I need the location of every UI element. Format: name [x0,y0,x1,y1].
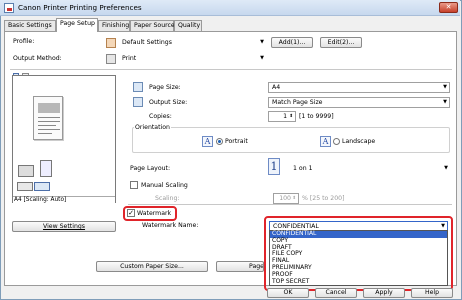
copies-label: Copies: [149,113,172,120]
tab-basic-settings[interactable]: Basic Settings [4,20,56,31]
scaling-value: 100 [279,195,291,202]
profile-select[interactable]: Default Settings ▼ [119,38,266,49]
stepper-arrows-icon[interactable]: ⬍ [289,112,293,121]
printer-app-icon [4,3,14,13]
tab-finishing[interactable]: Finishing [98,20,130,31]
scaling-range: % [25 to 200] [302,195,345,202]
watermark-name-label: Watermark Name: [142,222,199,229]
page-options-button[interactable]: Page [216,261,264,272]
copies-value: 1 [283,113,287,120]
profile-value: Default Settings [122,39,172,46]
list-item[interactable]: PRELIMINARY [270,264,447,272]
page-size-label: Page Size: [149,84,181,91]
list-item[interactable]: TOP SECRET [270,278,447,286]
profile-icon [106,38,116,48]
watermark-label: Watermark [137,210,172,217]
chevron-down-icon: ▼ [444,165,448,171]
scaling-label: Scaling: [155,195,180,202]
portrait-radio[interactable] [216,138,223,145]
output-size-label: Output Size: [149,99,188,106]
add-profile-button[interactable]: Add(1)... [271,37,313,48]
page-size-icon [133,82,143,92]
tab-page-setup[interactable]: Page Setup [56,18,98,32]
landscape-radio[interactable] [333,138,340,145]
ok-button[interactable]: OK [267,288,309,298]
preview-text-line [38,121,60,122]
chevron-down-icon: ▼ [443,84,447,90]
page-size-select[interactable]: A4 ▼ [268,82,450,93]
profile-label: Profile: [13,38,35,45]
output-size-value: Match Page Size [272,99,323,106]
chevron-down-icon: ▼ [260,55,264,61]
watermark-name-value: CONFIDENTIAL [273,223,319,230]
window-title: Canon Printer Printing Preferences [18,3,142,12]
output-size-select[interactable]: Match Page Size ▼ [268,97,450,108]
chevron-down-icon: ▼ [443,99,447,105]
page-layout-select[interactable]: 1 on 1 ▼ [290,164,450,175]
paper-stack-icon [40,160,52,177]
output-method-value: Print [122,55,137,62]
duplex-icon [17,182,33,191]
view-settings-button[interactable]: View Settings [12,221,116,232]
watermark-dropdown-list: CONFIDENTIAL COPY DRAFT FILE COPY FINAL … [269,230,448,286]
view-settings-label: View Settings [42,223,86,230]
chevron-down-icon: ▼ [260,39,264,45]
edit-profile-button[interactable]: Edit(2)... [320,37,362,48]
tab-quality[interactable]: Quality [174,20,202,31]
copies-range: [1 to 9999] [299,113,334,120]
preview-text-line [38,129,60,130]
apply-button[interactable]: Apply [363,288,405,298]
custom-paper-size-button[interactable]: Custom Paper Size... [96,261,208,272]
landscape-icon: A [320,136,331,147]
printer-icon [106,54,116,64]
list-item[interactable]: CONFIDENTIAL [270,230,447,238]
close-button[interactable]: ✕ [439,2,458,13]
tab-paper-source[interactable]: Paper Source [130,20,175,31]
list-item[interactable]: FILE COPY [270,251,447,258]
output-method-select[interactable]: Print ▼ [119,54,266,65]
manual-scaling-label: Manual Scaling [141,182,188,189]
printer-device-icon [18,165,34,177]
orientation-group [132,127,450,153]
preview-text-line [38,125,56,126]
divider [10,69,452,70]
output-size-icon [133,97,143,107]
preview-text-line [38,133,52,134]
copies-stepper[interactable]: 1 ⬍ [268,111,296,122]
page-layout-icon: 1 [268,158,280,175]
portrait-icon: A [202,136,213,147]
page-layout-value: 1 on 1 [293,165,313,172]
divider [128,204,452,205]
page-layout-label: Page Layout: [130,165,171,172]
stepper-arrows-icon[interactable]: ⬍ [292,194,296,203]
scaling-stepper[interactable]: 100 ⬍ [273,193,299,204]
staple-icon [34,182,50,191]
preview-page-sheet [33,96,63,140]
preview-text-line [38,117,60,118]
list-item[interactable]: COPY [270,237,447,245]
preview-caption: A4 [Scaling: Auto] [13,196,115,203]
landscape-label: Landscape [342,138,376,145]
orientation-label: Orientation [134,124,171,131]
help-button[interactable]: Help [411,288,453,298]
output-method-label: Output Method: [13,55,62,62]
cancel-button[interactable]: Cancel [315,288,357,298]
page-size-value: A4 [272,84,281,91]
preview-image-block [38,103,60,113]
watermark-checkbox[interactable]: ✓ [127,209,135,217]
portrait-label: Portrait [225,138,248,145]
manual-scaling-checkbox[interactable] [130,181,138,189]
